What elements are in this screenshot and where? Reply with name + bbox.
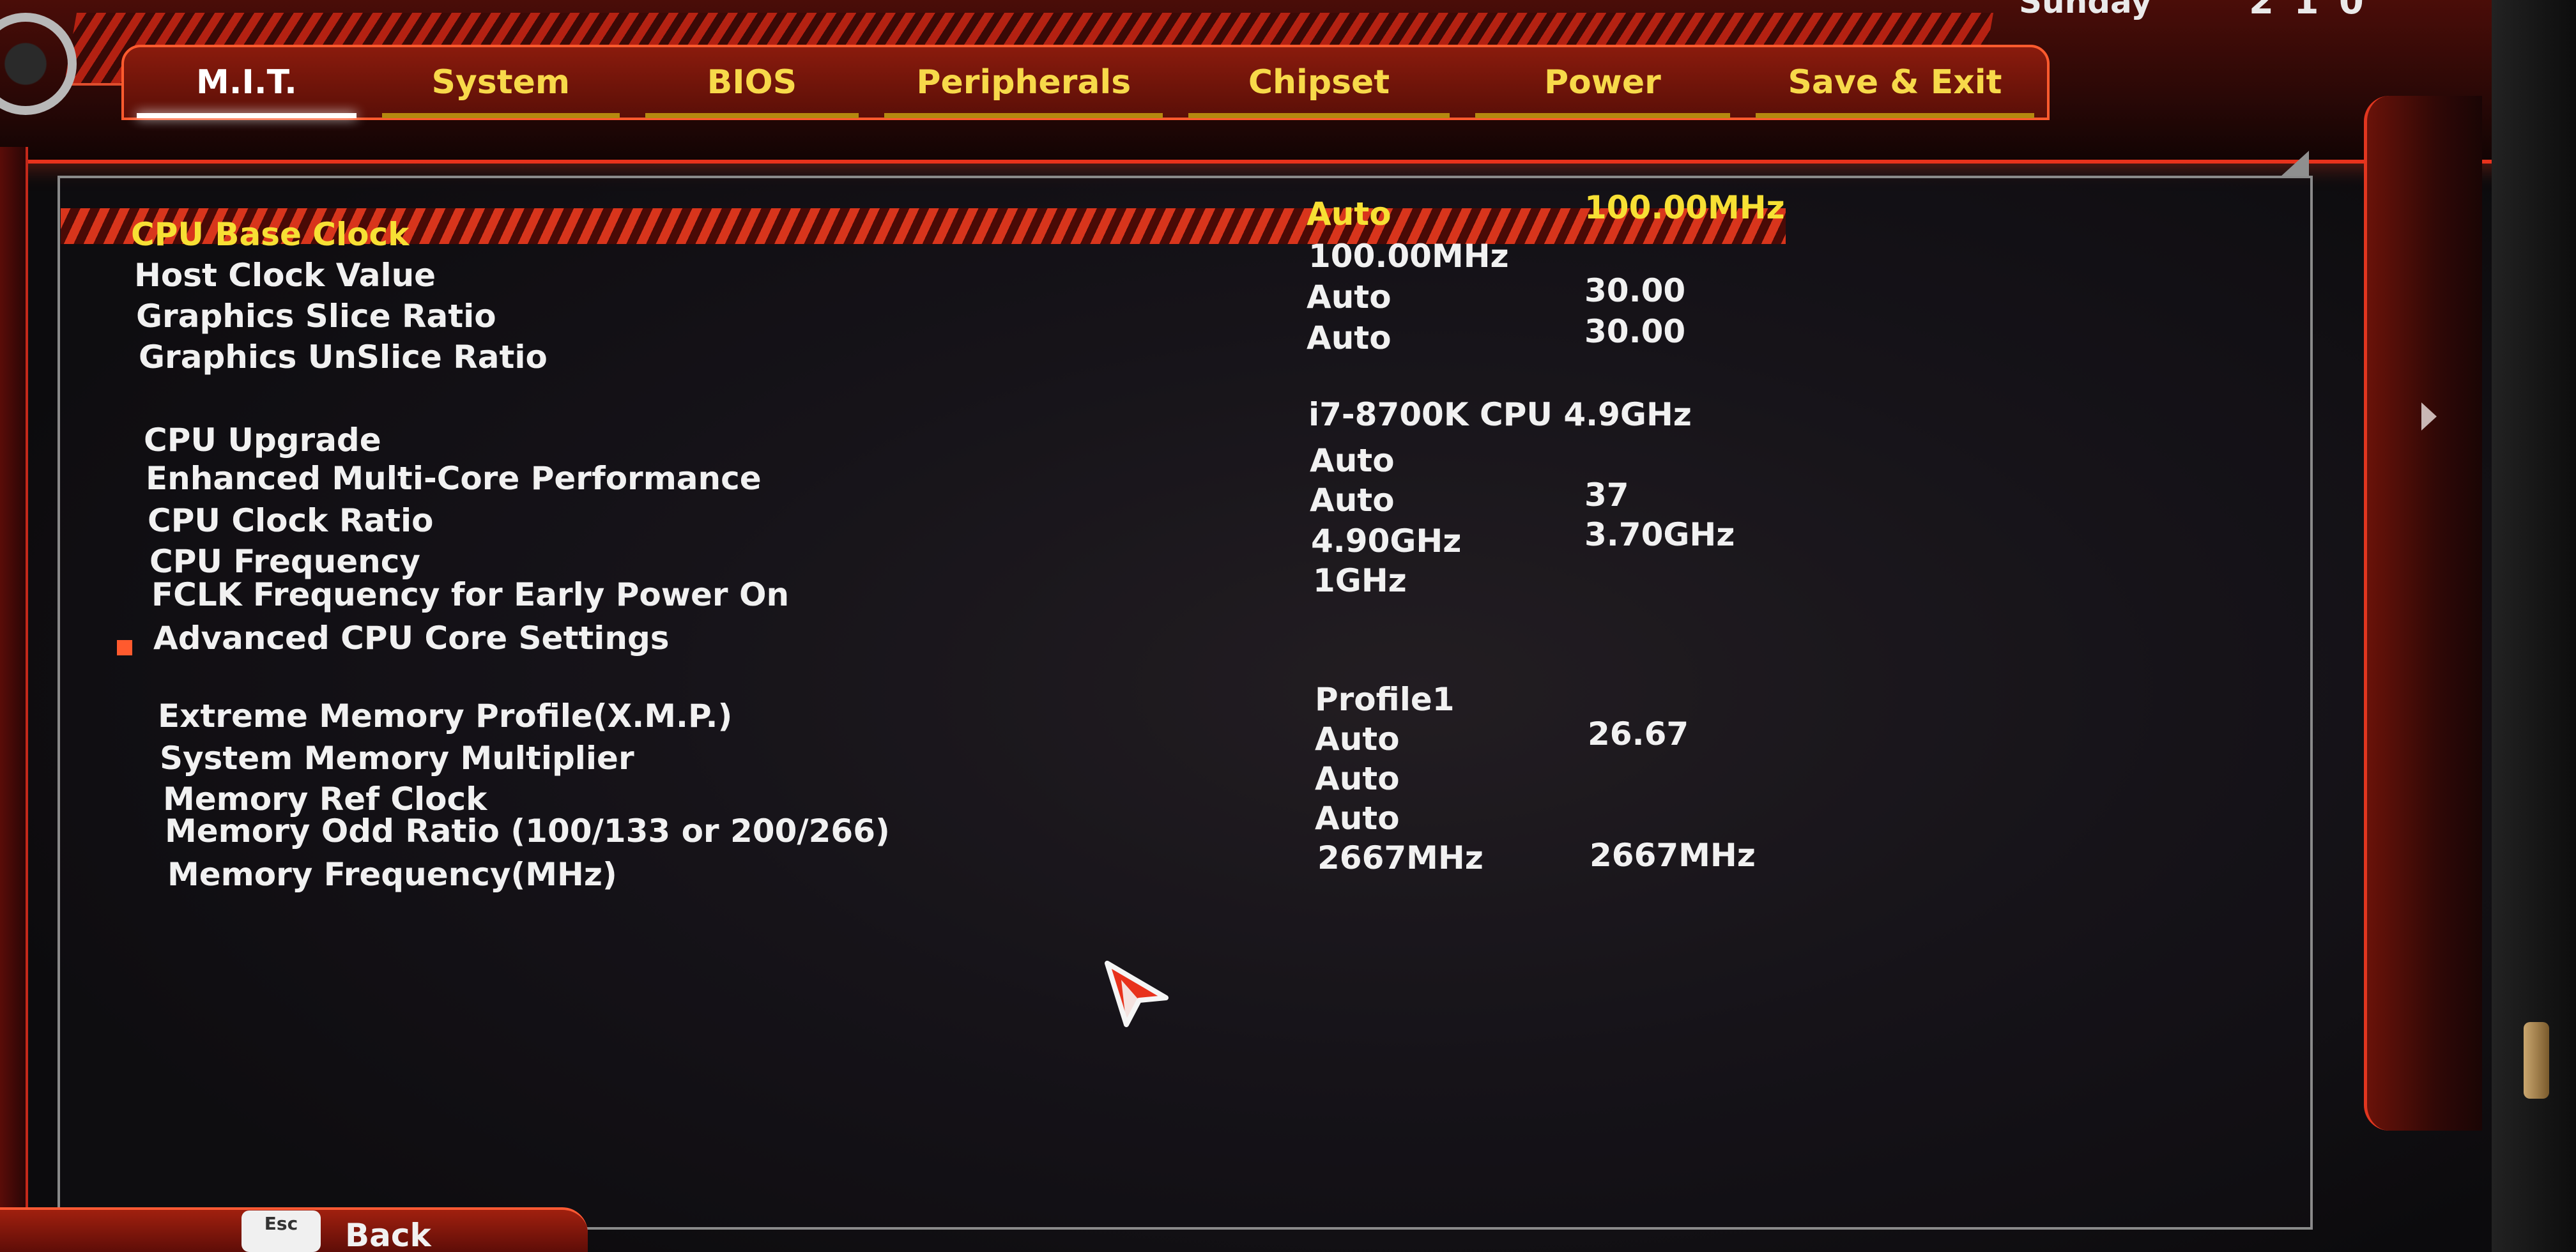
- tab-power[interactable]: Power: [1462, 63, 1743, 118]
- setting-value-graphics-unslice-ratio[interactable]: Auto: [1307, 319, 1392, 356]
- setting-label-memory-frequency[interactable]: Memory Frequency(MHz): [167, 856, 617, 893]
- tab-save-exit[interactable]: Save & Exit: [1743, 63, 2047, 118]
- setting-value-host-clock-value: 100.00MHz: [1308, 238, 1509, 275]
- setting-value-cpu-clock-ratio[interactable]: Auto: [1310, 482, 1395, 519]
- setting-current-cpu-clock-ratio: 37: [1584, 477, 1629, 514]
- setting-value-cpu-upgrade[interactable]: i7-8700K CPU 4.9GHz: [1308, 396, 1692, 433]
- mouse-cursor-icon: [1105, 961, 1169, 1027]
- setting-value-xmp[interactable]: Profile1: [1315, 681, 1455, 718]
- setting-label-enhanced-multi-core[interactable]: Enhanced Multi-Core Performance: [146, 460, 762, 497]
- date-day: Sunday: [2019, 0, 2152, 20]
- setting-current-system-memory-multiplier: 26.67: [1588, 715, 1689, 752]
- tab-mit[interactable]: M.I.T.: [124, 63, 369, 118]
- gear-icon: [0, 13, 77, 115]
- right-help-panel: [2364, 96, 2482, 1131]
- setting-label-fclk-frequency[interactable]: FCLK Frequency for Early Power On: [151, 576, 789, 613]
- setting-value-memory-ref-clock[interactable]: Auto: [1315, 760, 1400, 797]
- tab-chipset[interactable]: Chipset: [1176, 63, 1462, 118]
- back-button-label[interactable]: Back: [345, 1217, 431, 1252]
- setting-label-host-clock-value[interactable]: Host Clock Value: [134, 257, 436, 294]
- bios-screen: M.I.T. System BIOS Peripherals Chipset P…: [0, 0, 2576, 1252]
- setting-current-memory-frequency: 2667MHz: [1590, 837, 1756, 874]
- setting-value-fclk-frequency[interactable]: 1GHz: [1313, 562, 1407, 599]
- header-bar: M.I.T. System BIOS Peripherals Chipset P…: [0, 0, 2530, 164]
- setting-current-cpu-frequency: 3.70GHz: [1584, 516, 1735, 553]
- setting-label-xmp[interactable]: Extreme Memory Profile(X.M.P.): [158, 698, 732, 735]
- expand-arrow-icon[interactable]: [2421, 402, 2437, 431]
- setting-current-cpu-base-clock: 100.00MHz: [1584, 189, 1785, 226]
- setting-label-cpu-frequency[interactable]: CPU Frequency: [150, 543, 420, 580]
- setting-label-advanced-cpu-core-settings[interactable]: Advanced CPU Core Settings: [153, 620, 670, 657]
- setting-label-system-memory-multiplier[interactable]: System Memory Multiplier: [160, 740, 634, 777]
- tab-row: M.I.T. System BIOS Peripherals Chipset P…: [121, 45, 2050, 120]
- esc-key-icon[interactable]: Esc: [241, 1210, 321, 1252]
- setting-value-system-memory-multiplier[interactable]: Auto: [1315, 721, 1400, 758]
- clock-display: 2 1 0: [2249, 0, 2368, 22]
- monitor-button: [2524, 1022, 2549, 1099]
- setting-value-enhanced-multi-core[interactable]: Auto: [1310, 442, 1395, 479]
- submenu-bullet-icon: [117, 640, 132, 655]
- tab-bios[interactable]: BIOS: [632, 63, 872, 118]
- setting-label-graphics-slice-ratio[interactable]: Graphics Slice Ratio: [136, 298, 496, 335]
- setting-label-graphics-unslice-ratio[interactable]: Graphics UnSlice Ratio: [139, 339, 548, 376]
- tab-peripherals[interactable]: Peripherals: [871, 63, 1176, 118]
- setting-value-memory-frequency: 2667MHz: [1317, 839, 1483, 876]
- setting-current-graphics-slice-ratio: 30.00: [1584, 272, 1686, 309]
- setting-value-memory-odd-ratio[interactable]: Auto: [1315, 800, 1400, 837]
- panel-corner-icon: [2281, 151, 2309, 176]
- setting-current-graphics-unslice-ratio: 30.00: [1584, 313, 1686, 350]
- setting-label-cpu-clock-ratio[interactable]: CPU Clock Ratio: [148, 502, 433, 539]
- setting-value-cpu-base-clock[interactable]: Auto: [1307, 195, 1392, 233]
- setting-label-cpu-upgrade[interactable]: CPU Upgrade: [144, 422, 381, 459]
- setting-label-cpu-base-clock[interactable]: CPU Base Clock: [131, 216, 409, 253]
- setting-value-graphics-slice-ratio[interactable]: Auto: [1307, 279, 1392, 316]
- tab-system[interactable]: System: [369, 63, 632, 118]
- setting-value-cpu-frequency: 4.90GHz: [1311, 523, 1462, 560]
- setting-label-memory-odd-ratio[interactable]: Memory Odd Ratio (100/133 or 200/266): [165, 813, 890, 850]
- left-frame: [0, 147, 28, 1252]
